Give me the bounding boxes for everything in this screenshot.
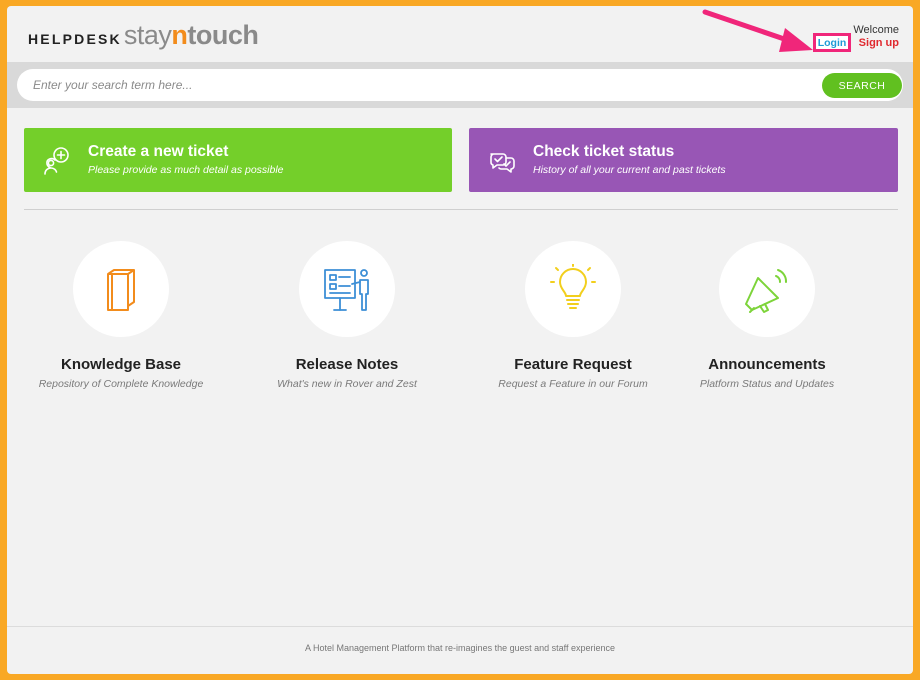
logo[interactable]: HELPDESK stay n touch bbox=[28, 20, 259, 50]
annotation-arrow-icon bbox=[702, 9, 813, 52]
tile-release-notes[interactable]: Release Notes What's new in Rover and Ze… bbox=[242, 241, 452, 390]
search-button[interactable]: SEARCH bbox=[822, 73, 902, 98]
signup-link[interactable]: Sign up bbox=[859, 37, 899, 49]
footer-text: A Hotel Management Platform that re-imag… bbox=[304, 643, 615, 653]
tile-subtitle: Platform Status and Updates bbox=[699, 378, 835, 390]
login-link[interactable]: Login bbox=[813, 33, 851, 52]
search-input[interactable] bbox=[17, 69, 903, 101]
chat-bubble-plus-icon bbox=[44, 147, 69, 175]
footer-divider bbox=[7, 626, 913, 627]
tile-icon-circle bbox=[73, 241, 169, 337]
tile-title: Announcements bbox=[708, 356, 826, 373]
logo-stay: stay bbox=[123, 20, 172, 50]
tile-icon-circle bbox=[525, 241, 621, 337]
create-ticket-title: Create a new ticket bbox=[88, 143, 229, 160]
tile-icon-circle bbox=[299, 241, 395, 337]
tile-subtitle: Repository of Complete Knowledge bbox=[38, 378, 204, 390]
logo-helpdesk: HELPDESK bbox=[28, 31, 122, 47]
check-ticket-title: Check ticket status bbox=[533, 143, 675, 160]
tile-title: Release Notes bbox=[295, 356, 399, 373]
tile-knowledge-base[interactable]: Knowledge Base Repository of Complete Kn… bbox=[16, 241, 226, 390]
welcome-text: Welcome bbox=[853, 24, 899, 36]
tile-title: Knowledge Base bbox=[60, 356, 182, 373]
light-bulb-icon bbox=[550, 264, 596, 309]
megaphone-icon bbox=[745, 269, 787, 313]
tile-subtitle: What's new in Rover and Zest bbox=[277, 378, 417, 390]
tile-subtitle: Request a Feature in our Forum bbox=[498, 378, 648, 390]
book-icon bbox=[107, 269, 135, 311]
chat-bubbles-check-icon bbox=[490, 153, 515, 173]
create-ticket-subtitle: Please provide as much detail as possibl… bbox=[88, 164, 284, 176]
logo-n: n bbox=[171, 20, 188, 50]
header: HELPDESK stay n touch Welcome Login Sign… bbox=[7, 6, 913, 62]
logo-touch: touch bbox=[187, 20, 259, 50]
check-ticket-subtitle: History of all your current and past tic… bbox=[533, 164, 726, 176]
search-bar: SEARCH bbox=[7, 62, 913, 108]
create-ticket-card[interactable]: Create a new ticket Please provide as mu… bbox=[24, 128, 452, 192]
divider bbox=[24, 209, 898, 210]
tile-feature-request[interactable]: Feature Request Request a Feature in our… bbox=[468, 241, 678, 390]
check-ticket-card[interactable]: Check ticket status History of all your … bbox=[469, 128, 898, 192]
tile-icon-circle bbox=[719, 241, 815, 337]
tile-announcements[interactable]: Announcements Platform Status and Update… bbox=[662, 241, 872, 390]
page-frame: HELPDESK stay n touch Welcome Login Sign… bbox=[7, 6, 913, 674]
tile-title: Feature Request bbox=[514, 356, 632, 373]
presentation-board-icon bbox=[324, 269, 369, 311]
